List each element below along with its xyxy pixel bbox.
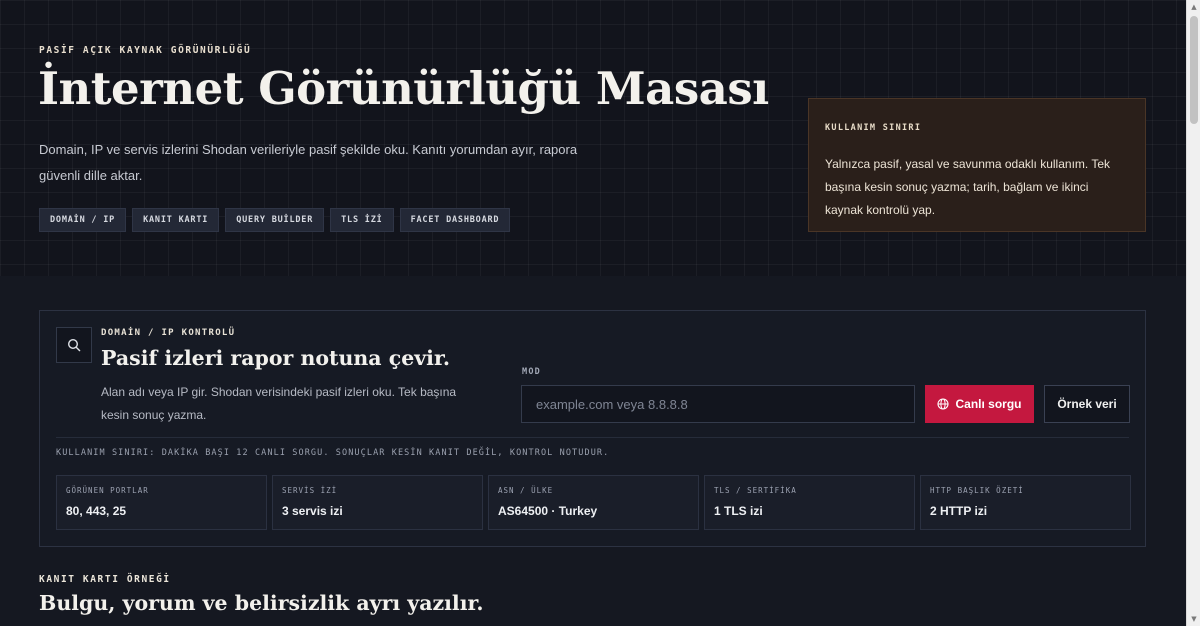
stat-asn-country: ASN / ÜLKE AS64500 · Turkey <box>488 475 699 530</box>
live-query-label: Canlı sorgu <box>955 397 1022 411</box>
stat-tls-certificate: TLS / SERTİFİKA 1 TLS izi <box>704 475 915 530</box>
evidence-card-eyebrow: KANIT KARTI ÖRNEĞİ <box>39 574 171 585</box>
live-query-button[interactable]: Canlı sorgu <box>925 385 1034 423</box>
stat-label: TLS / SERTİFİKA <box>714 486 797 495</box>
stat-label: GÖRÜNEN PORTLAR <box>66 486 149 495</box>
sample-data-button[interactable]: Örnek veri <box>1044 385 1130 423</box>
stat-label: HTTP BAŞLIK ÖZETİ <box>930 486 1024 495</box>
page-title: İnternet Görünürlüğü Masası <box>38 62 769 115</box>
scroll-up-icon[interactable]: ▲ <box>1187 0 1200 14</box>
hero-description: Domain, IP ve servis izlerini Shodan ver… <box>39 142 578 183</box>
search-icon <box>56 327 92 363</box>
stat-value: 3 servis izi <box>282 504 343 518</box>
chip-facet-dashboard[interactable]: FACET DASHBOARD <box>399 208 511 232</box>
stats-row: GÖRÜNEN PORTLAR 80, 443, 25 SERVİS İZİ 3… <box>56 475 1131 530</box>
panel-divider <box>56 437 1129 438</box>
chip-kanit-karti[interactable]: KANIT KARTI <box>132 208 220 232</box>
domain-ip-check-panel: DOMAİN / IP KONTROLÜ Pasif izleri rapor … <box>39 310 1146 547</box>
stat-label: ASN / ÜLKE <box>498 486 554 495</box>
stat-label: SERVİS İZİ <box>282 486 338 495</box>
panel-description: Alan adı veya IP gir. Shodan verisindeki… <box>101 385 457 422</box>
vertical-scrollbar[interactable]: ▲ ▼ <box>1186 0 1200 626</box>
evidence-card-title: Bulgu, yorum ve belirsizlik ayrı yazılır… <box>39 591 484 615</box>
stat-open-ports: GÖRÜNEN PORTLAR 80, 443, 25 <box>56 475 267 530</box>
panel-title: Pasif izleri rapor notuna çevir. <box>101 346 451 370</box>
stat-value: AS64500 · Turkey <box>498 504 598 518</box>
chip-tls-izi[interactable]: TLS İZİ <box>330 208 394 232</box>
stat-value: 1 TLS izi <box>714 504 763 518</box>
hero-eyebrow: PASİF AÇIK KAYNAK GÖRÜNÜRLÜĞÜ <box>39 45 252 56</box>
domain-ip-input[interactable] <box>521 385 915 423</box>
usage-limit-text: Yalnızca pasif, yasal ve savunma odaklı … <box>825 157 1111 217</box>
usage-limit-title: KULLANIM SINIRI <box>825 123 922 133</box>
page-background: PASİF AÇIK KAYNAK GÖRÜNÜRLÜĞÜ İnternet G… <box>0 0 1186 626</box>
stat-value: 80, 443, 25 <box>66 504 127 518</box>
feature-chips: DOMAİN / IP KANIT KARTI QUERY BUİLDER TL… <box>39 208 511 232</box>
globe-icon <box>937 398 950 410</box>
stat-value: 2 HTTP izi <box>930 504 988 518</box>
page-content: PASİF AÇIK KAYNAK GÖRÜNÜRLÜĞÜ İnternet G… <box>0 0 1186 626</box>
stat-http-headers: HTTP BAŞLIK ÖZETİ 2 HTTP izi <box>920 475 1131 530</box>
panel-eyebrow: DOMAİN / IP KONTROLÜ <box>101 328 236 338</box>
scrollbar-thumb[interactable] <box>1190 16 1198 124</box>
stat-service-traces: SERVİS İZİ 3 servis izi <box>272 475 483 530</box>
chip-domain-ip[interactable]: DOMAİN / IP <box>39 208 127 232</box>
scroll-down-icon[interactable]: ▼ <box>1187 612 1200 626</box>
rate-limit-note: KULLANIM SINIRI: DAKİKA BAŞI 12 CANLI SO… <box>56 448 610 458</box>
chip-query-builder[interactable]: QUERY BUİLDER <box>225 208 325 232</box>
mode-label: MOD <box>522 367 541 377</box>
usage-limit-card: KULLANIM SINIRI Yalnızca pasif, yasal ve… <box>808 98 1146 232</box>
